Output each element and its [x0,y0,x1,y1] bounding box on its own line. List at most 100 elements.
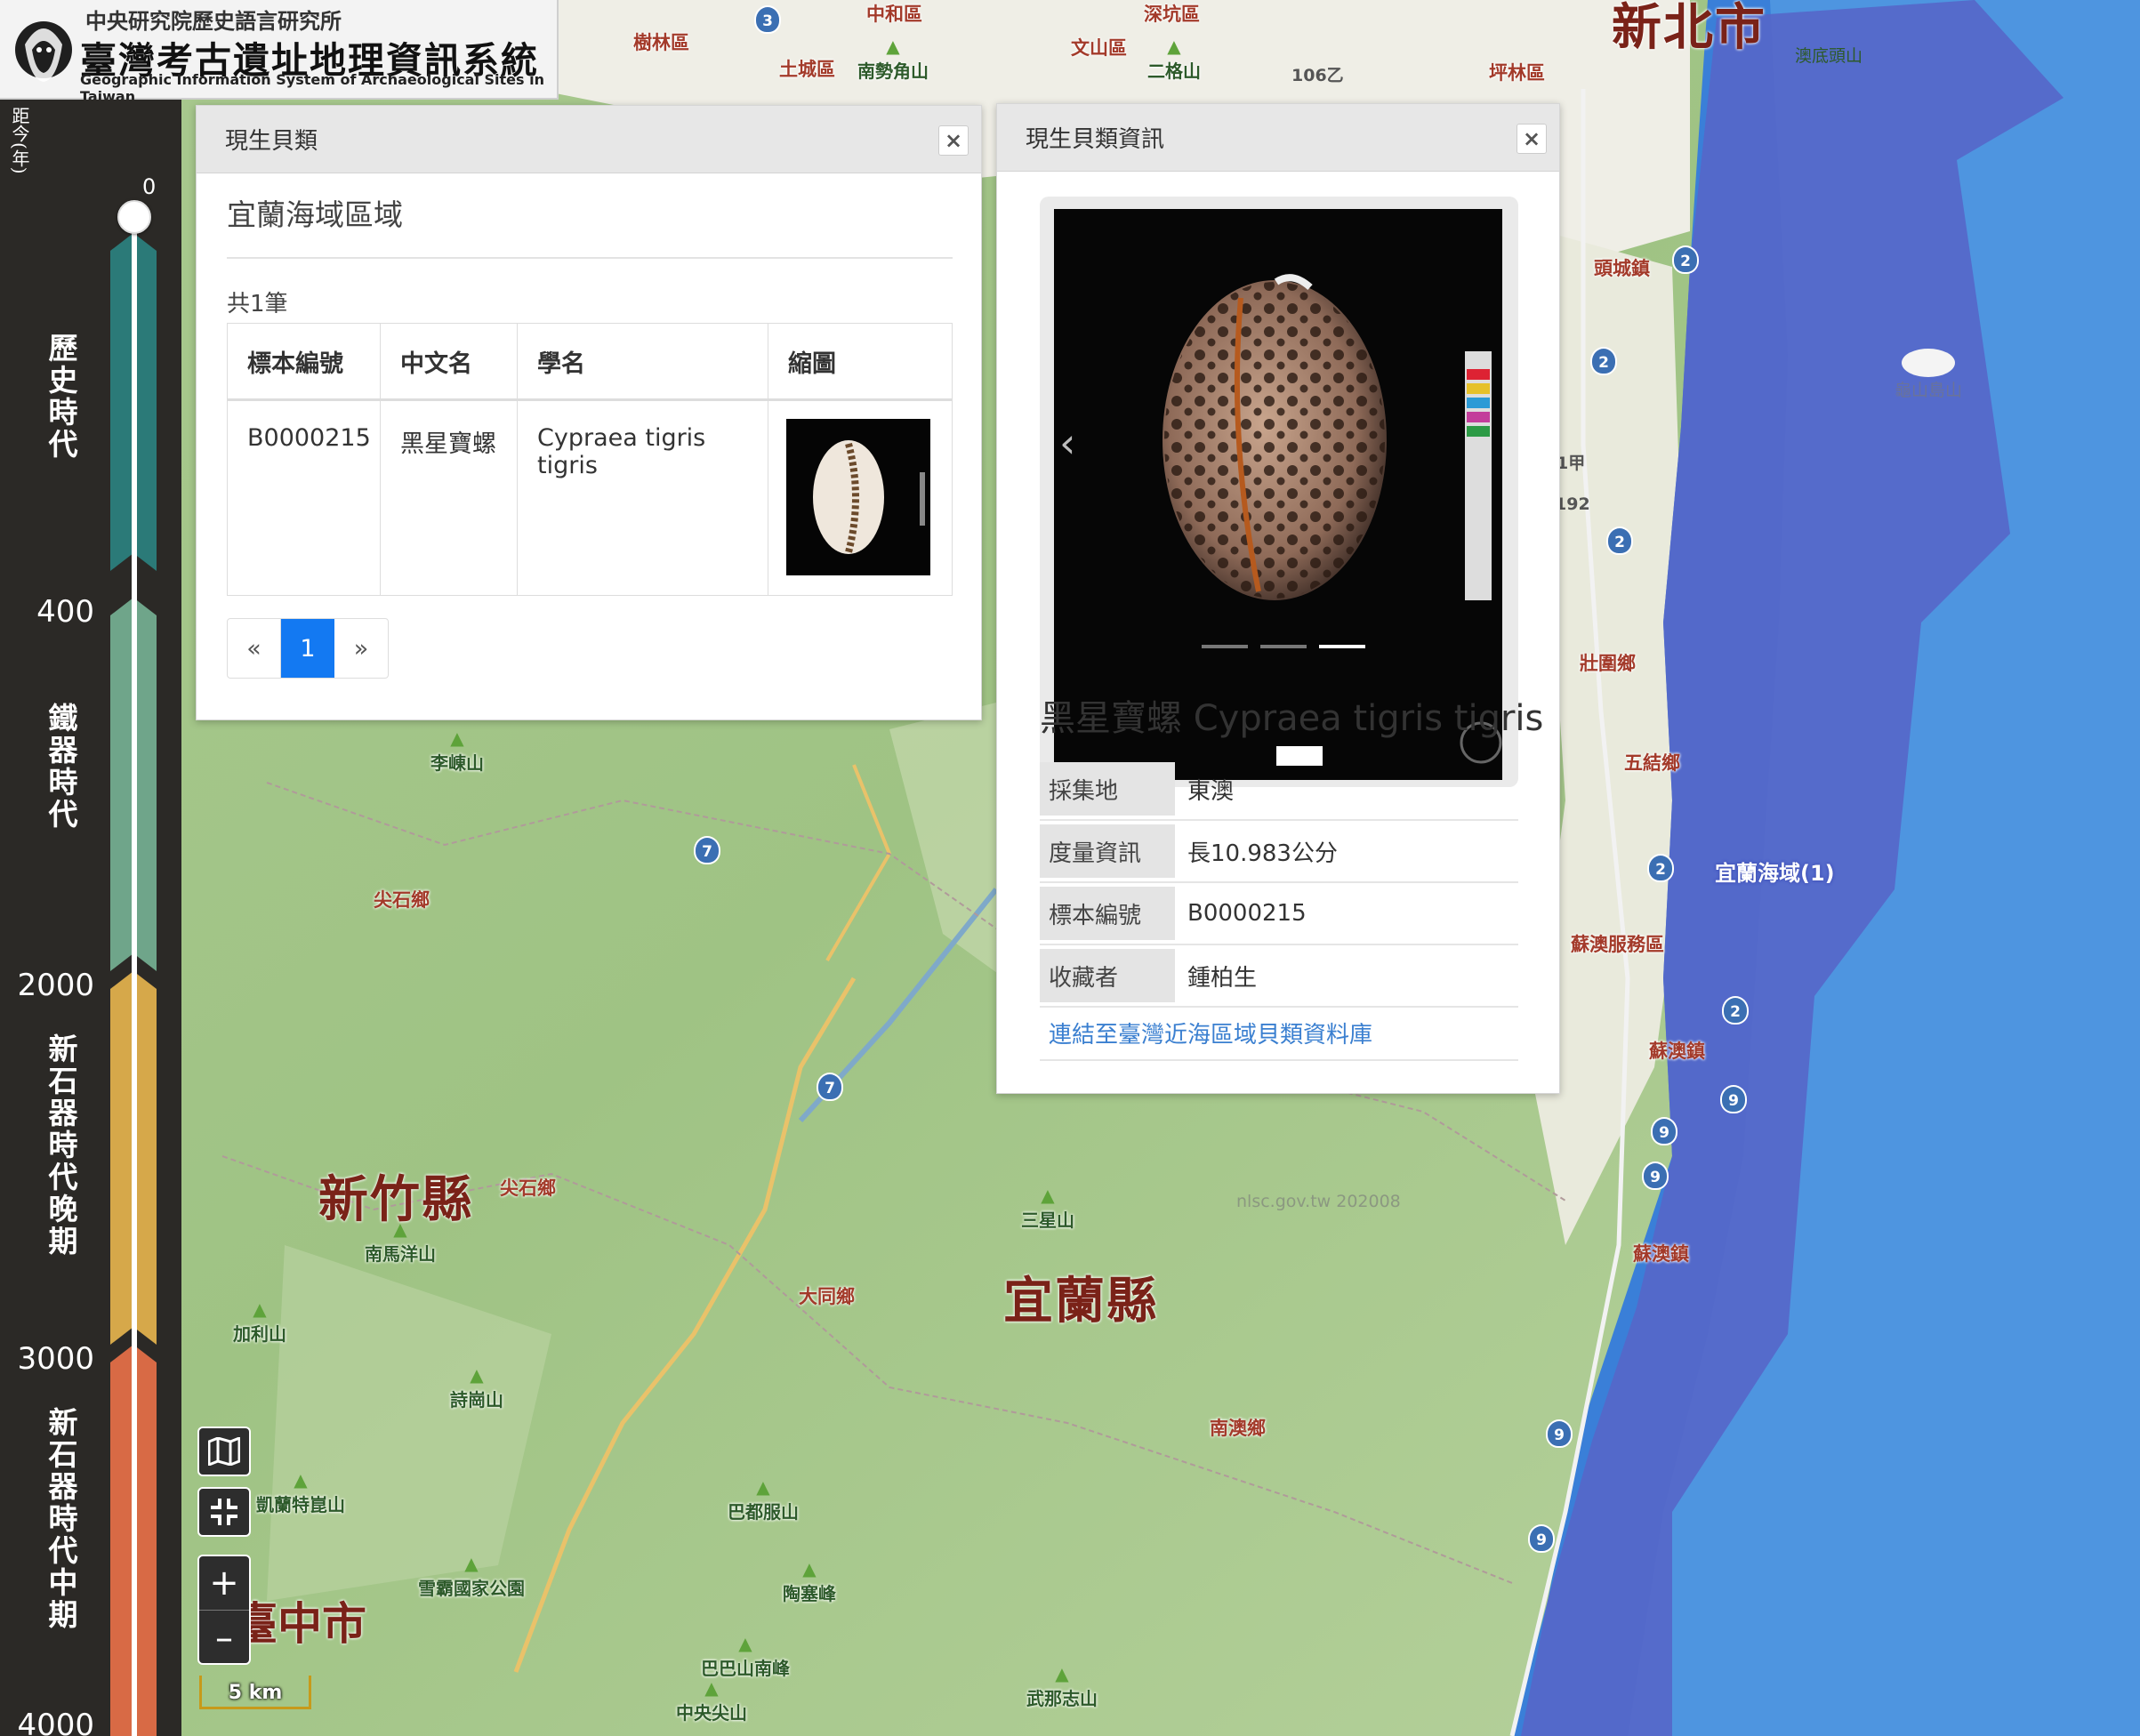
zoom-control[interactable]: + – [197,1555,251,1665]
field-row: 度量資訊 長10.983公分 [1040,821,1518,883]
map-peak-babashan: 巴巴山南峰 [701,1633,790,1680]
fullscreen-button[interactable] [197,1487,251,1537]
close-button[interactable]: × [1517,124,1547,154]
field-key: 收藏者 [1040,949,1175,1002]
map-label-shei-park: 雪霸國家公園 [418,1553,525,1600]
timeline-panel[interactable]: 距今(年) 0 400 2000 3000 4000 歷史時代 鐵器時代 新石器… [0,100,181,1736]
map-road-1: 1甲 [1557,454,1586,473]
map-label-jianshi: 尖石鄉 [374,889,430,911]
map-road-9e: 9 [1528,1524,1555,1553]
map-peak-jiali: 加利山 [233,1298,286,1346]
pagination-next[interactable]: » [334,619,388,678]
field-row: 標本編號 B0000215 [1040,883,1518,945]
map-peak-lihoushan: 李崠山 [430,727,484,775]
map-road-3: 3 [754,5,781,34]
zoom-out-button[interactable]: – [199,1611,249,1663]
field-row: 採集地 東澳 [1040,759,1518,821]
field-key: 採集地 [1040,762,1175,816]
layers-button[interactable] [197,1427,251,1476]
column-header-sname[interactable]: 學名 [517,323,768,401]
map-label-suao: 蘇澳鎮 [1649,1041,1705,1062]
map-road-9d: 9 [1546,1419,1573,1448]
panel-header: 現生貝類 × [197,106,981,173]
map-label-shulin: 樹林區 [633,32,689,53]
map-label-nanao: 南澳鄉 [1210,1418,1266,1439]
period-label-historic: 歷史時代 [48,331,78,462]
timeline-tick-400: 400 [36,594,94,630]
timeline-axis [132,217,137,1736]
cell-thumb[interactable] [768,399,953,596]
carousel-dot-active[interactable] [1319,645,1365,648]
map-peak-zhongyang: 中央尖山 [676,1677,747,1724]
timeline-tick-4000: 4000 [17,1708,94,1736]
pagination-prev[interactable]: « [228,619,281,678]
timeline-tick-0: 0 [142,174,157,199]
cell-cname: 黑星寶螺 [380,399,518,596]
timeline-slider-handle[interactable] [117,200,151,234]
period-label-iron: 鐵器時代 [48,701,78,832]
map-road-2b: 2 [1590,347,1617,375]
emblem-icon [15,21,72,82]
map-label-zhonghe: 中和區 [866,4,922,25]
specimen-table: 標本編號 中文名 學名 縮圖 B0000215 黑星寶螺 Cypraea tig… [227,323,953,596]
map-label-guishan: 龜山島山 [1895,381,1963,400]
map-label-tucheng: 土城區 [779,59,835,80]
cell-sname: Cypraea tigris tigris [517,399,768,596]
map-peak-shigao: 詩崗山 [450,1364,503,1411]
field-key: 度量資訊 [1040,824,1175,878]
map-label-bay: 澳底頭山 [1795,46,1863,66]
table-row[interactable]: B0000215 黑星寶螺 Cypraea tigris tigris [227,399,953,596]
map-label-suao-2: 蘇澳鎮 [1633,1243,1689,1265]
map-icon [208,1437,240,1466]
divider [227,257,953,259]
map-label-yilan-county: 宜蘭縣 [1003,1273,1158,1330]
map-label-shenkeng: 深坑區 [1144,4,1200,25]
panel-title: 現生貝類資訊 [1026,126,1165,153]
zoom-in-button[interactable]: + [199,1556,249,1611]
column-header-thumb: 縮圖 [768,323,953,401]
divider [1040,1059,1518,1061]
pagination: « 1 » [227,618,389,679]
map-label-wenshan: 文山區 [1071,37,1127,59]
map-road-2e: 2 [1722,996,1749,1025]
map-label-wujie: 五結鄉 [1624,752,1680,774]
pagination-page-1[interactable]: 1 [281,619,334,678]
map-peak-taoshan: 陶塞峰 [783,1558,836,1605]
carousel-indicators [1202,645,1365,648]
map-road-9c: 9 [1642,1161,1669,1190]
field-value: 東澳 [1187,777,1235,805]
column-header-id[interactable]: 標本編號 [227,323,381,401]
database-link[interactable]: 連結至臺灣近海區域貝類資料庫 [1049,1017,1372,1049]
shell-list-panel[interactable]: 現生貝類 × 宜蘭海域區域 共1筆 標本編號 中文名 學名 縮圖 B000021… [196,105,982,720]
map-road-9a: 9 [1651,1117,1677,1145]
field-value: 長10.983公分 [1187,840,1338,867]
carousel-prev-button[interactable]: ‹ [1059,419,1075,467]
shell-detail-panel[interactable]: 現生貝類資訊 × ‹ 黑星寶螺 Cypraea tigris tigris 採集… [996,103,1560,1094]
map-road-2d: 2 [1647,854,1674,882]
period-label-middle-neolithic: 新石器時代中期 [48,1405,78,1632]
site-logo[interactable]: 中央研究院歷史語言研究所 臺灣考古遺址地理資訊系統 Geographic Inf… [0,0,559,105]
carousel-dot[interactable] [1260,645,1307,648]
map-label-yilan-sea[interactable]: 宜蘭海域(1) [1715,856,1835,887]
field-value: 鍾柏生 [1187,964,1258,992]
shell-thumbnail[interactable] [786,419,930,575]
column-header-cname[interactable]: 中文名 [380,323,518,401]
map-peak-erge: 二格山 [1147,36,1201,83]
map-peak-nanshijiao: 南勢角山 [857,36,929,83]
map-label-suao-service: 蘇澳服務區 [1571,934,1664,955]
map-label-toucheng: 頭城鎮 [1594,258,1650,279]
close-button[interactable]: × [938,125,969,156]
map-label-zhuangwei: 壯圍鄉 [1580,653,1636,674]
map-peak-babian: 巴都服山 [728,1476,799,1523]
map-label-new-taipei: 新北市 [1612,0,1766,57]
map-label-taichung: 臺中市 [233,1598,366,1650]
cell-id: B0000215 [227,399,381,596]
field-value: B0000215 [1187,900,1307,927]
map-road-2c: 2 [1606,526,1633,555]
timeline-unit: 距今(年) [9,107,30,174]
map-road-9b: 9 [1720,1085,1747,1113]
carousel-dot[interactable] [1202,645,1248,648]
shell-thumbnail-image [813,440,925,554]
map-label-datong: 大同鄉 [799,1286,855,1307]
map-peak-nanmayang: 南馬洋山 [365,1218,436,1266]
